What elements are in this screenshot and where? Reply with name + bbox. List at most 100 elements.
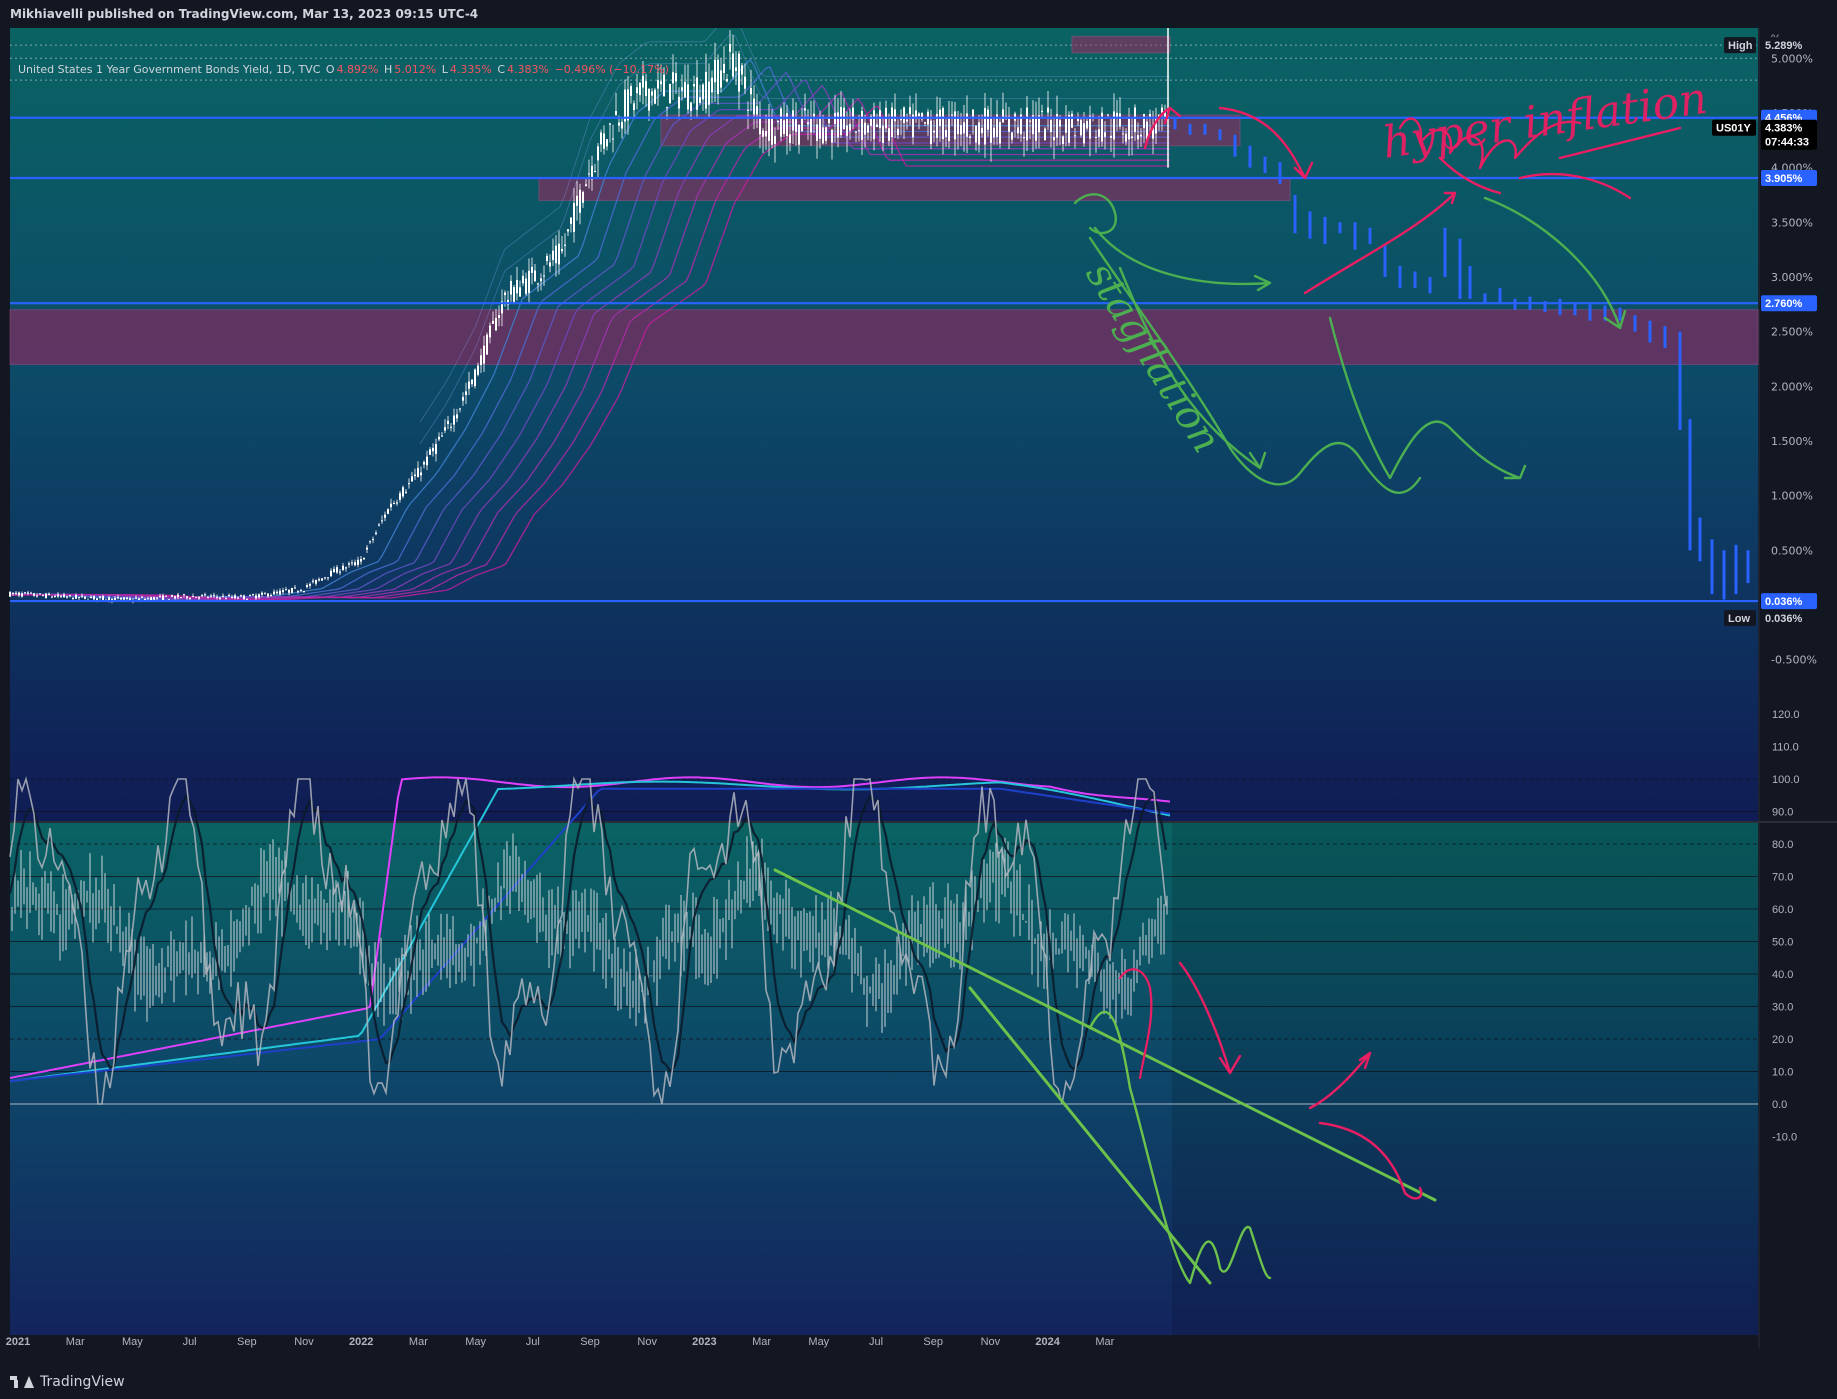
candle-body	[483, 345, 485, 364]
candle-body	[228, 594, 230, 596]
candle-body	[1011, 132, 1013, 140]
candle-body	[372, 539, 374, 541]
candle-body	[690, 102, 692, 111]
candle-body	[564, 244, 566, 246]
symbol-legend[interactable]: United States 1 Year Government Bonds Yi…	[18, 63, 671, 76]
candle-body	[780, 108, 782, 137]
chart-canvas[interactable]: hyper inflationstagflation 6.000%5.500%5…	[0, 28, 1837, 1348]
candle-body	[309, 584, 311, 586]
candle-body	[792, 110, 794, 131]
price-tick-label: 3.500%	[1771, 216, 1813, 229]
osc-tick-label: 20.0	[1772, 1034, 1793, 1046]
candle-body	[651, 91, 653, 96]
candle-body	[705, 71, 707, 109]
candle-body	[738, 53, 740, 92]
low-value-tag: 0.036%	[1765, 613, 1803, 625]
candle-body	[171, 595, 173, 597]
candle-body	[51, 596, 53, 598]
candle-body	[810, 118, 812, 133]
candle-body	[411, 476, 413, 482]
candle-body	[258, 594, 260, 598]
candle-body	[270, 594, 272, 596]
candle-body	[1026, 107, 1028, 141]
candle-body	[801, 117, 803, 132]
candle-body	[849, 123, 851, 131]
candle-body	[378, 524, 380, 526]
candle-body	[330, 570, 332, 577]
time-tick-label: Nov	[294, 1336, 314, 1348]
candle-body	[768, 116, 770, 141]
candle-body	[399, 493, 401, 500]
candle-body	[570, 217, 572, 224]
candle-body	[474, 369, 476, 387]
candle-body	[357, 559, 359, 565]
candle-body	[207, 597, 209, 599]
candle-body	[351, 562, 353, 564]
candle-body	[657, 80, 659, 89]
candle-body	[249, 594, 251, 596]
candle-body	[240, 595, 242, 597]
price-tick-label: 1.000%	[1771, 490, 1813, 503]
price-tick-label: 0.500%	[1771, 544, 1813, 557]
candle-body	[1068, 114, 1070, 143]
price-tick-label: 2.000%	[1771, 380, 1813, 393]
candle-body	[675, 73, 677, 82]
candle-body	[930, 120, 932, 145]
candle-body	[9, 591, 11, 597]
high-key: H	[384, 63, 393, 76]
candle-body	[699, 97, 701, 103]
candle-body	[1023, 137, 1025, 139]
tradingview-logo[interactable]: TradingView	[10, 1374, 125, 1390]
price-tick-label: -0.500%	[1771, 654, 1817, 667]
candle-body	[762, 130, 764, 137]
candle-body	[459, 408, 461, 410]
countdown-tag: 07:44:33	[1765, 137, 1809, 149]
candle-body	[396, 502, 398, 504]
candle-body	[732, 53, 734, 77]
candle-body	[888, 128, 890, 141]
candle-body	[66, 596, 68, 598]
candle-body	[1017, 127, 1019, 134]
candle-body	[414, 474, 416, 477]
candle-body	[771, 116, 773, 145]
candle-body	[759, 118, 761, 135]
high-label-tag: High	[1728, 40, 1753, 52]
candle-body	[783, 120, 785, 135]
symbol-tag: US01Y	[1716, 123, 1752, 135]
symbol-name[interactable]: United States 1 Year Government Bonds Yi…	[18, 63, 320, 76]
candle-body	[897, 128, 899, 136]
price-zone	[1071, 35, 1171, 54]
candle-body	[456, 414, 458, 419]
candle-body	[735, 67, 737, 72]
candle-body	[729, 44, 731, 52]
candle-body	[300, 590, 302, 592]
candle-body	[75, 594, 77, 599]
candle-body	[264, 593, 266, 595]
osc-tick-label: 120.0	[1772, 709, 1800, 721]
time-tick-label: Mar	[1095, 1336, 1114, 1348]
time-tick-label: Jul	[183, 1336, 197, 1348]
candle-body	[159, 595, 161, 597]
candle-body	[477, 365, 479, 375]
candle-body	[1086, 120, 1088, 129]
candle-body	[639, 82, 641, 96]
candle-body	[117, 597, 119, 599]
price-tick-label: 1.500%	[1771, 435, 1813, 448]
candle-body	[726, 78, 728, 82]
low-value: 4.335%	[449, 63, 492, 76]
candle-body	[756, 106, 758, 115]
level-4-tag: 0.036%	[1765, 596, 1803, 608]
candle-body	[354, 562, 356, 566]
candle-body	[585, 184, 587, 187]
candle-body	[84, 596, 86, 599]
candle-body	[960, 125, 962, 135]
chart-area[interactable]: hyper inflationstagflation 6.000%5.500%5…	[0, 28, 1837, 1348]
candle-body	[363, 558, 365, 560]
candle-body	[990, 116, 992, 143]
candle-body	[786, 112, 788, 136]
candle-body	[63, 594, 65, 598]
candle-body	[789, 134, 791, 144]
candle-body	[978, 122, 980, 145]
candle-body	[513, 287, 515, 302]
candle-body	[633, 103, 635, 111]
